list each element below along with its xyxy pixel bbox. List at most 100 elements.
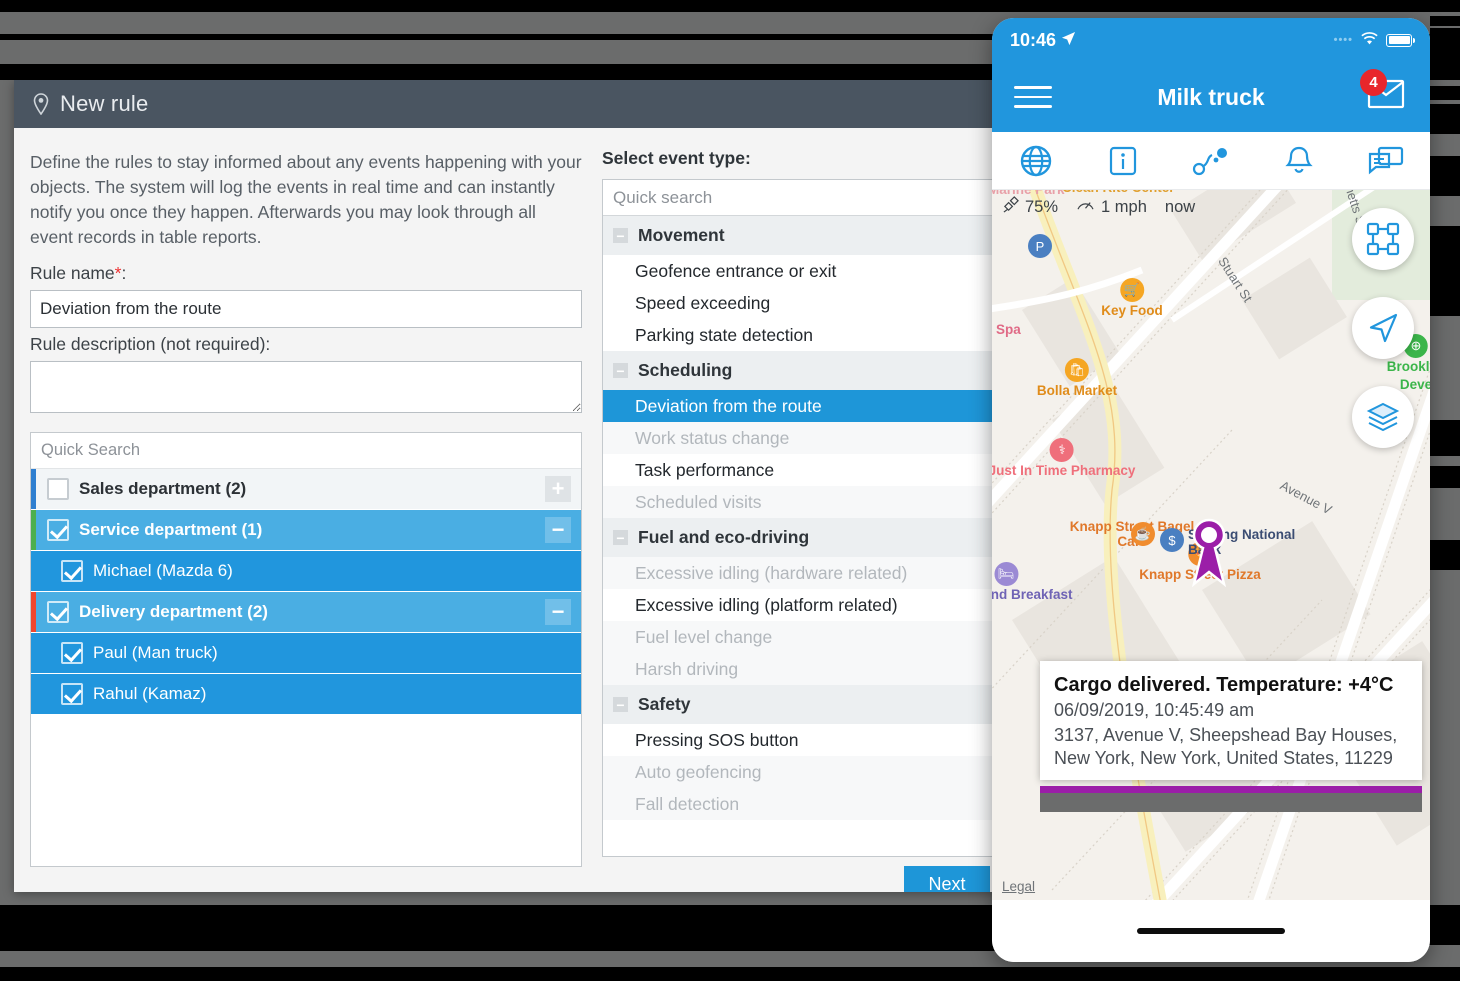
map-legal-link[interactable]: Legal <box>1002 879 1035 894</box>
satellite-icon <box>1002 196 1019 218</box>
poi-key-food[interactable]: 🛒 Key Food <box>1101 278 1163 320</box>
phone-app-bar: Milk truck 4 <box>992 62 1430 132</box>
home-indicator[interactable] <box>1137 928 1285 934</box>
status-time: 10:46 <box>1010 29 1057 50</box>
tree-row[interactable]: Michael (Mazda 6) <box>31 551 581 593</box>
tab-route[interactable] <box>1188 141 1234 181</box>
speed-value: 1 mph <box>1101 197 1147 216</box>
poi-parking[interactable]: P <box>1028 234 1052 258</box>
globe-icon <box>1020 145 1051 176</box>
tree-row-label: Sales department (2) <box>79 479 247 499</box>
event-item: Scheduled visits <box>603 486 1005 518</box>
dialog-header: New rule <box>14 80 1022 128</box>
event-item: Auto geofencing <box>603 756 1005 788</box>
event-item: Fuel level change <box>603 621 1005 653</box>
expand-button[interactable]: + <box>545 476 571 503</box>
dialog-footer: Next <box>602 857 1006 892</box>
rule-description-input[interactable] <box>30 361 582 414</box>
dialog-left-column: Define the rules to stay informed about … <box>30 144 582 890</box>
tree-row-label: Paul (Man truck) <box>93 643 218 663</box>
tree-row[interactable]: Delivery department (2) − <box>31 592 581 634</box>
event-item[interactable]: Parking state detection <box>603 319 1005 351</box>
tree-list: Sales department (2) + Service departmen… <box>31 469 581 866</box>
layers-button[interactable] <box>1352 386 1414 448</box>
info-icon <box>1110 146 1137 175</box>
poi-label: Just In Time Pharmacy <box>992 463 1136 478</box>
rule-name-input[interactable] <box>30 290 582 329</box>
rule-description-label: Rule description (not required): <box>30 334 271 355</box>
event-group-header[interactable]: − Scheduling <box>603 351 1005 390</box>
pharmacy-icon: ⚕ <box>1050 438 1074 462</box>
tree-row-label: Rahul (Kamaz) <box>93 684 207 704</box>
event-group-label: Movement <box>638 225 725 245</box>
object-tree: Quick Search Sales department (2) + Serv… <box>30 432 582 868</box>
poi-bed-and-breakfast[interactable]: 🛏 S Bed And Breakfast <box>992 562 1073 604</box>
tree-checkbox[interactable] <box>61 642 83 665</box>
status-right: •••• <box>1334 30 1416 51</box>
event-item-selected[interactable]: Deviation from the route <box>603 390 1005 422</box>
minus-icon[interactable]: − <box>613 363 628 378</box>
navigate-button[interactable] <box>1352 297 1414 359</box>
tree-row[interactable]: Sales department (2) + <box>31 469 581 511</box>
info-card-bottom-bar <box>1040 793 1422 812</box>
event-group-header[interactable]: − Fuel and eco-driving <box>603 518 1005 557</box>
tab-globe[interactable] <box>1013 141 1059 181</box>
tree-checkbox[interactable] <box>47 519 69 542</box>
poi-bolla-market[interactable]: 🛍 Bolla Market <box>1037 358 1117 400</box>
hamburger-icon[interactable] <box>1014 79 1052 114</box>
event-item[interactable]: Geofence entrance or exit <box>603 255 1005 287</box>
unread-badge: 4 <box>1360 69 1387 96</box>
mail-button[interactable]: 4 <box>1360 69 1408 117</box>
minus-icon[interactable]: − <box>613 530 628 545</box>
tab-messages[interactable] <box>1363 141 1409 181</box>
status-left: 10:46 <box>1010 30 1076 51</box>
rule-name-colon: : <box>121 263 127 284</box>
event-item[interactable]: Excessive idling (platform related) <box>603 589 1005 621</box>
phone-status-bar: 10:46 •••• <box>992 18 1430 62</box>
tree-checkbox[interactable] <box>61 560 83 583</box>
new-rule-dialog: New rule Define the rules to stay inform… <box>14 80 1022 892</box>
event-item[interactable]: Pressing SOS button <box>603 724 1005 756</box>
tab-info[interactable] <box>1100 141 1146 181</box>
dialog-body: Define the rules to stay informed about … <box>14 128 1022 892</box>
tree-row[interactable]: Paul (Man truck) <box>31 633 581 675</box>
collapse-button[interactable]: − <box>545 599 571 626</box>
poi-label: Key Food <box>1101 303 1163 318</box>
event-item[interactable]: Task performance <box>603 454 1005 486</box>
dialog-intro-text: Define the rules to stay informed about … <box>30 152 582 247</box>
bell-icon <box>1284 146 1313 173</box>
tree-row[interactable]: Rahul (Kamaz) <box>31 674 581 716</box>
event-item: Excessive idling (hardware related) <box>603 557 1005 589</box>
map-status-overlay: 75% 1 mph now <box>1002 196 1207 218</box>
map-time: now <box>1164 197 1196 216</box>
event-group-header[interactable]: − Movement <box>603 216 1005 255</box>
event-group-header[interactable]: − Safety <box>603 685 1005 724</box>
tree-row[interactable]: Service department (1) − <box>31 510 581 552</box>
vehicle-marker-icon[interactable] <box>1188 518 1230 595</box>
tree-checkbox[interactable] <box>47 601 69 624</box>
tree-row-label: Michael (Mazda 6) <box>93 561 233 581</box>
tree-checkbox[interactable] <box>47 478 69 501</box>
map-view[interactable]: 75% 1 mph now Marine Park Clean Rite Cen… <box>992 190 1430 900</box>
poi-just-in-time-pharmacy[interactable]: ⚕ Just In Time Pharmacy <box>992 438 1135 480</box>
minus-icon[interactable]: − <box>613 228 628 243</box>
next-button[interactable]: Next <box>904 866 990 892</box>
route-icon <box>1192 147 1227 175</box>
geofence-button[interactable] <box>1352 208 1414 270</box>
tab-notifications[interactable] <box>1276 141 1322 181</box>
event-quick-search[interactable]: Quick search <box>603 180 1005 216</box>
event-info-card[interactable]: Cargo delivered. Temperature: +4°C 06/09… <box>1040 661 1422 780</box>
bank-icon: $ <box>1160 528 1184 552</box>
tree-checkbox[interactable] <box>61 683 83 706</box>
battery-percent: 75% <box>1025 197 1059 216</box>
minus-icon[interactable]: − <box>613 697 628 712</box>
event-item[interactable]: Speed exceeding <box>603 287 1005 319</box>
parking-icon: P <box>1028 234 1052 258</box>
event-item: Work status change <box>603 422 1005 454</box>
collapse-button[interactable]: − <box>545 517 571 544</box>
tree-quick-search[interactable]: Quick Search <box>31 433 581 470</box>
event-list: − Movement Geofence entrance or exit Spe… <box>603 216 1005 856</box>
battery-icon <box>1386 33 1416 47</box>
group-color-bar <box>31 510 36 551</box>
event-item: Fall detection <box>603 788 1005 820</box>
